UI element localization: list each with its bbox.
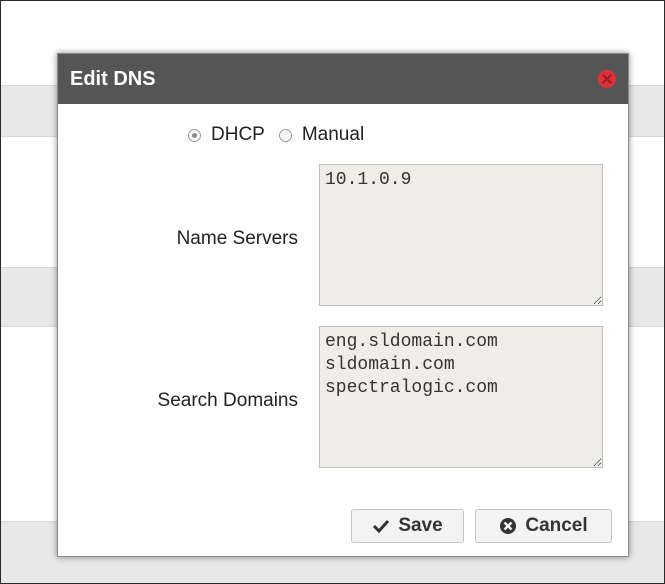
edit-dns-dialog: Edit DNS DHCP Manual Name Servers Search… bbox=[57, 53, 629, 557]
mode-radio-group: DHCP Manual bbox=[188, 122, 378, 148]
manual-radio-label[interactable]: Manual bbox=[302, 124, 364, 146]
save-button[interactable]: Save bbox=[351, 509, 464, 543]
cancel-circle-icon bbox=[499, 517, 517, 535]
dialog-titlebar: Edit DNS bbox=[58, 54, 628, 104]
background-page: Edit DNS DHCP Manual Name Servers Search… bbox=[0, 0, 665, 584]
dhcp-radio[interactable] bbox=[188, 128, 201, 142]
search-domains-label: Search Domains bbox=[157, 390, 298, 411]
check-icon bbox=[372, 519, 390, 533]
cancel-button-label: Cancel bbox=[525, 515, 588, 536]
dialog-title: Edit DNS bbox=[70, 67, 156, 90]
name-servers-textarea[interactable] bbox=[319, 164, 603, 306]
manual-radio[interactable] bbox=[278, 128, 292, 142]
cancel-button[interactable]: Cancel bbox=[475, 509, 612, 543]
search-domains-textarea[interactable] bbox=[319, 326, 603, 468]
dhcp-radio-label[interactable]: DHCP bbox=[211, 124, 265, 146]
name-servers-label: Name Servers bbox=[176, 228, 298, 249]
close-icon[interactable] bbox=[598, 70, 616, 88]
save-button-label: Save bbox=[398, 515, 443, 536]
